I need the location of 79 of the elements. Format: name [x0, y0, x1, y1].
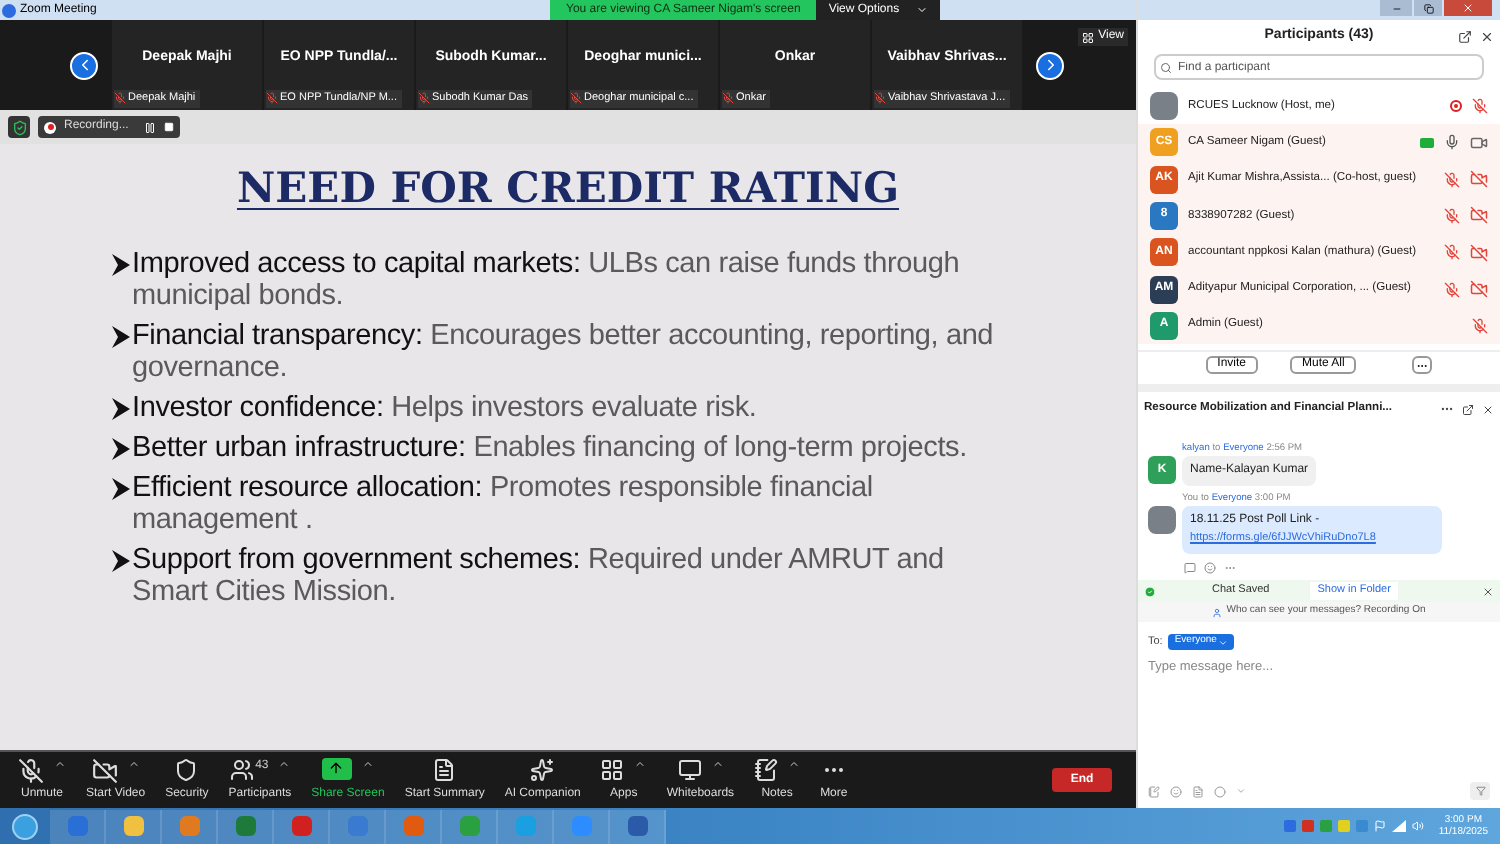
- taskbar-app-icon[interactable]: [218, 809, 274, 843]
- taskbar-app-icon[interactable]: [442, 809, 498, 843]
- next-page-button[interactable]: [1036, 51, 1064, 79]
- maximize-button[interactable]: [1414, 0, 1442, 16]
- apps-icon: [600, 757, 625, 781]
- document-icon: [432, 757, 457, 781]
- more-icon[interactable]: [1440, 402, 1454, 416]
- arrowhead-bullet-icon: [112, 437, 130, 459]
- close-icon: [1462, 2, 1474, 14]
- whiteboard-icon: [677, 757, 702, 781]
- pop-out-icon[interactable]: [1462, 403, 1474, 415]
- screenshot-icon[interactable]: [1214, 785, 1226, 797]
- caret-icon: [915, 4, 928, 16]
- avatar-photo: [1150, 92, 1178, 121]
- people-icon: [229, 757, 254, 781]
- arrowhead-bullet-icon: [112, 253, 130, 275]
- arrowhead-bullet-icon: [112, 397, 130, 419]
- arrowhead-bullet-icon: [112, 477, 130, 499]
- arrow-up-icon: [328, 760, 345, 776]
- pop-out-icon[interactable]: [1458, 30, 1472, 44]
- taskbar-app-icon[interactable]: [330, 809, 386, 843]
- caret-icon[interactable]: [788, 757, 801, 769]
- check-icon: [1144, 585, 1156, 597]
- shield-icon: [174, 757, 199, 781]
- previous-page-button[interactable]: [70, 51, 98, 79]
- bullet-text: Better urban infrastructure: Enables financing of long-term projects.: [132, 431, 967, 463]
- send-button[interactable]: [1470, 782, 1490, 800]
- taskbar-app-icon[interactable]: [50, 809, 106, 843]
- arrowhead-bullet-icon: [112, 549, 130, 571]
- close-icon[interactable]: [1482, 585, 1494, 597]
- more-options-button[interactable]: [1412, 356, 1433, 374]
- taskbar-app-icon[interactable]: [162, 809, 218, 843]
- taskbar-app-icon[interactable]: [106, 809, 162, 843]
- person-icon: [1212, 607, 1223, 617]
- caret-icon[interactable]: [711, 757, 724, 769]
- file-icon[interactable]: [1192, 785, 1204, 797]
- taskbar-app-icon[interactable]: [554, 809, 610, 843]
- notes-icon: [754, 757, 779, 781]
- volume-icon[interactable]: [1412, 820, 1425, 832]
- caret-icon[interactable]: [54, 757, 66, 769]
- restore-icon: [1423, 3, 1433, 13]
- close-icon[interactable]: [1482, 403, 1494, 415]
- search-icon: [1160, 61, 1172, 73]
- format-icon[interactable]: [1148, 785, 1160, 797]
- bullet-text: Improved access to capital markets: ULBs can raise funds through municipal bonds.: [132, 247, 962, 311]
- bullet-text: Support from government schemes: Required under AMRUT and Smart Cities Mission.: [132, 543, 946, 607]
- reply-icon[interactable]: [1184, 561, 1196, 574]
- grid-icon: [1082, 31, 1095, 43]
- zoom-logo-icon: [2, 3, 16, 17]
- bullet-text: Efficient resource allocation: Promotes responsible financial management .: [132, 471, 875, 535]
- start-button[interactable]: [12, 813, 38, 839]
- taskbar-app-icon[interactable]: [498, 809, 554, 843]
- caret-icon[interactable]: [127, 757, 140, 769]
- flag-icon[interactable]: [1374, 820, 1387, 832]
- caret-icon[interactable]: [634, 757, 647, 769]
- muted-mic-icon: [18, 757, 44, 783]
- emoji-icon[interactable]: [1204, 561, 1216, 574]
- caret-icon[interactable]: [1236, 786, 1246, 796]
- avatar-photo: [1148, 506, 1176, 535]
- arrowhead-bullet-icon: [112, 325, 130, 347]
- sparkle-icon: [530, 757, 555, 781]
- video-off-icon: [91, 757, 118, 783]
- stop-icon[interactable]: [164, 122, 175, 132]
- caret-icon[interactable]: [278, 757, 291, 769]
- minimize-button[interactable]: [1380, 0, 1412, 16]
- taskbar-app-icon[interactable]: [386, 809, 442, 843]
- bullet-text: Financial transparency: Encourages better accounting, reporting, and governance.: [132, 319, 996, 383]
- signal-icon[interactable]: [1392, 820, 1407, 832]
- minimize-icon: [1391, 3, 1401, 13]
- emoji-icon[interactable]: [1170, 785, 1182, 797]
- pause-icon[interactable]: [144, 121, 157, 133]
- caret-icon: [1218, 637, 1229, 648]
- slide-title: NEED FOR CREDIT RATING: [236, 160, 900, 216]
- taskbar-app-icon[interactable]: [274, 809, 330, 843]
- record-dot-icon: [44, 121, 56, 133]
- close-icon[interactable]: [1480, 30, 1494, 44]
- bullet-text: Investor confidence: Helps investors evaluate risk.: [132, 391, 757, 423]
- caret-icon[interactable]: [361, 757, 374, 769]
- taskbar-app-icon[interactable]: [610, 809, 666, 843]
